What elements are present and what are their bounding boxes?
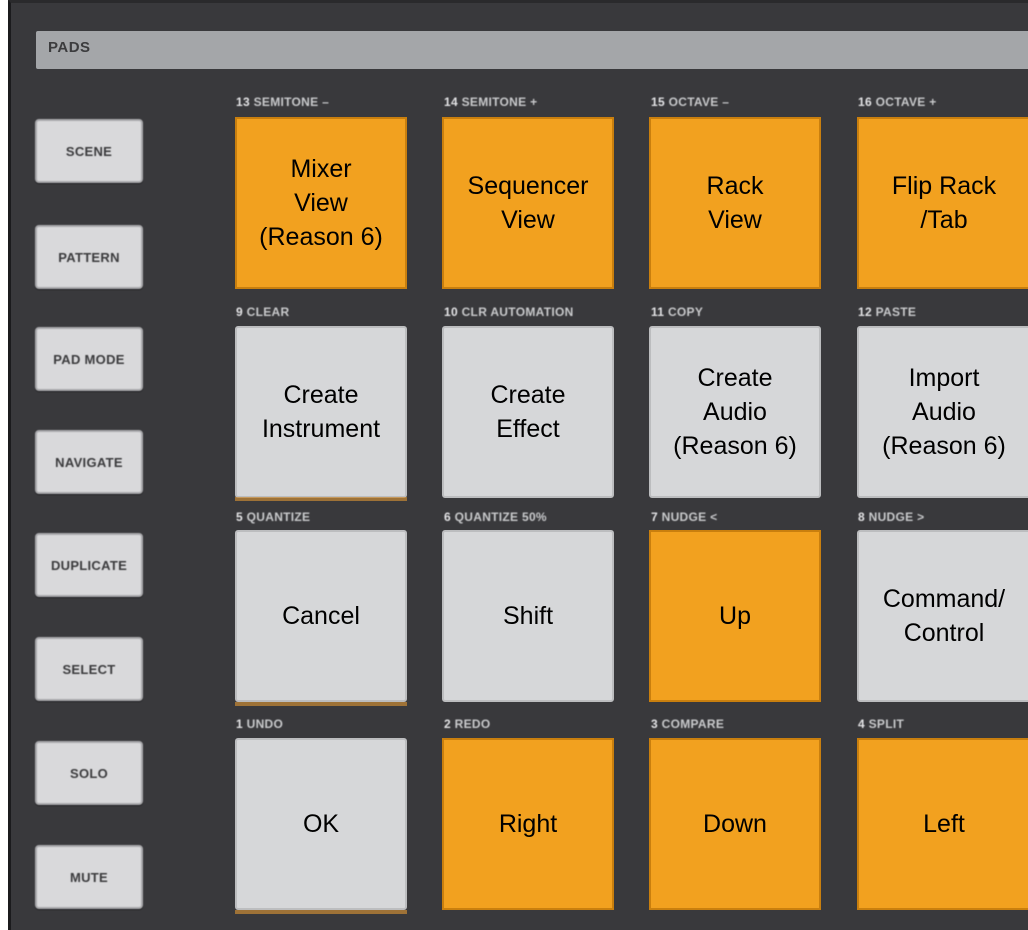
- pad-14-sequencer-view[interactable]: Sequencer View: [442, 117, 614, 289]
- pad-1-text: OK: [302, 810, 340, 838]
- pad-3-text: Down: [703, 810, 767, 838]
- pad-6-text: Shift: [502, 602, 554, 630]
- pad-5-hardware-label: 5 QUANTIZE: [236, 510, 310, 524]
- pad-9-create-instrument[interactable]: Create Instrument: [235, 326, 407, 498]
- pad-15-text: Rack View: [706, 172, 764, 234]
- pad-14-text: Sequencer View: [467, 172, 589, 234]
- pad-8-number: 8: [858, 510, 865, 524]
- pad-4-number: 4: [858, 717, 865, 731]
- pad-13-number: 13: [236, 95, 250, 109]
- pad-16-text: Flip Rack /Tab: [891, 172, 997, 234]
- select-button[interactable]: SELECT: [35, 637, 143, 701]
- pad-3-hardware-label: 3 COMPARE: [651, 717, 724, 731]
- pad-7-up[interactable]: Up: [649, 530, 821, 702]
- pad-15-number: 15: [651, 95, 665, 109]
- pad-8-text: Command/ Control: [882, 585, 1006, 647]
- pad-6-number: 6: [444, 510, 451, 524]
- pad-1-hardware-label: 1 UNDO: [236, 717, 283, 731]
- pad-14-hardware-label: 14 SEMITONE +: [444, 95, 537, 109]
- maschine-pads-panel: PADS SCENE PATTERN PAD MODE NAVIGATE DUP…: [8, 0, 1028, 930]
- pad-9-number: 9: [236, 305, 243, 319]
- solo-button[interactable]: SOLO: [35, 741, 143, 805]
- pad-2-text: Right: [498, 810, 558, 838]
- pad-14-number: 14: [444, 95, 458, 109]
- pad-4-left[interactable]: Left: [857, 738, 1028, 910]
- pad-13-function: SEMITONE –: [253, 95, 330, 109]
- pad-mode-button[interactable]: PAD MODE: [35, 327, 143, 391]
- pads-header-title: PADS: [48, 39, 91, 56]
- navigate-button[interactable]: NAVIGATE: [35, 430, 143, 494]
- pad-5-glow: [235, 702, 407, 706]
- pad-11-hardware-label: 11 COPY: [651, 305, 703, 319]
- pad-12-function: PASTE: [875, 305, 917, 319]
- pad-8-command-control[interactable]: Command/ Control: [857, 530, 1028, 702]
- pad-5-cancel[interactable]: Cancel: [235, 530, 407, 702]
- pad-6-shift[interactable]: Shift: [442, 530, 614, 702]
- pad-3-function: COMPARE: [661, 717, 725, 731]
- pad-11-function: COPY: [667, 305, 704, 319]
- pad-12-hardware-label: 12 PASTE: [858, 305, 916, 319]
- pad-2-function: REDO: [454, 717, 491, 731]
- pad-7-text: Up: [719, 602, 751, 630]
- pad-6-hardware-label: 6 QUANTIZE 50%: [444, 510, 547, 524]
- pad-1-ok[interactable]: OK: [235, 738, 407, 910]
- pad-9-text: Create Instrument: [261, 381, 381, 443]
- pad-16-number: 16: [858, 95, 872, 109]
- pad-10-function: CLR AUTOMATION: [461, 305, 574, 319]
- pad-12-text: Import Audio (Reason 6): [882, 364, 1006, 460]
- mute-button[interactable]: MUTE: [35, 845, 143, 909]
- pad-12-import-audio[interactable]: Import Audio (Reason 6): [857, 326, 1028, 498]
- pad-7-function: NUDGE <: [661, 510, 718, 524]
- pad-2-right[interactable]: Right: [442, 738, 614, 910]
- pad-15-function: OCTAVE –: [668, 95, 730, 109]
- pad-10-number: 10: [444, 305, 458, 319]
- pad-7-hardware-label: 7 NUDGE <: [651, 510, 717, 524]
- pads-header-bar: PADS: [36, 31, 1028, 69]
- pad-4-text: Left: [923, 810, 965, 838]
- duplicate-button[interactable]: DUPLICATE: [35, 533, 143, 597]
- scene-button[interactable]: SCENE: [35, 119, 143, 183]
- pad-4-function: SPLIT: [868, 717, 905, 731]
- pad-4-hardware-label: 4 SPLIT: [858, 717, 904, 731]
- pad-13-text: Mixer View (Reason 6): [259, 155, 383, 251]
- pad-11-create-audio[interactable]: Create Audio (Reason 6): [649, 326, 821, 498]
- pad-11-number: 11: [651, 305, 665, 319]
- pad-1-function: UNDO: [246, 717, 284, 731]
- pad-14-function: SEMITONE +: [461, 95, 538, 109]
- pad-9-hardware-label: 9 CLEAR: [236, 305, 289, 319]
- pad-3-number: 3: [651, 717, 658, 731]
- pad-8-function: NUDGE >: [868, 510, 925, 524]
- pad-16-hardware-label: 16 OCTAVE +: [858, 95, 937, 109]
- pad-5-function: QUANTIZE: [246, 510, 311, 524]
- pattern-button[interactable]: PATTERN: [35, 225, 143, 289]
- pad-16-function: OCTAVE +: [875, 95, 937, 109]
- pad-16-flip-rack-tab[interactable]: Flip Rack /Tab: [857, 117, 1028, 289]
- pad-10-text: Create Effect: [490, 381, 566, 443]
- pad-15-hardware-label: 15 OCTAVE –: [651, 95, 729, 109]
- pad-3-down[interactable]: Down: [649, 738, 821, 910]
- pad-5-number: 5: [236, 510, 243, 524]
- pad-10-create-effect[interactable]: Create Effect: [442, 326, 614, 498]
- pad-1-glow: [235, 910, 407, 914]
- pad-2-number: 2: [444, 717, 451, 731]
- pad-6-function: QUANTIZE 50%: [454, 510, 547, 524]
- pad-10-hardware-label: 10 CLR AUTOMATION: [444, 305, 574, 319]
- pad-1-number: 1: [236, 717, 243, 731]
- pad-13-hardware-label: 13 SEMITONE –: [236, 95, 329, 109]
- pad-7-number: 7: [651, 510, 658, 524]
- pad-9-function: CLEAR: [246, 305, 290, 319]
- pad-2-hardware-label: 2 REDO: [444, 717, 491, 731]
- pad-8-hardware-label: 8 NUDGE >: [858, 510, 924, 524]
- pad-15-rack-view[interactable]: Rack View: [649, 117, 821, 289]
- pad-5-text: Cancel: [282, 602, 360, 630]
- pad-13-mixer-view[interactable]: Mixer View (Reason 6): [235, 117, 407, 289]
- pad-11-text: Create Audio (Reason 6): [673, 364, 797, 460]
- pad-12-number: 12: [858, 305, 872, 319]
- pad-9-glow: [235, 497, 407, 501]
